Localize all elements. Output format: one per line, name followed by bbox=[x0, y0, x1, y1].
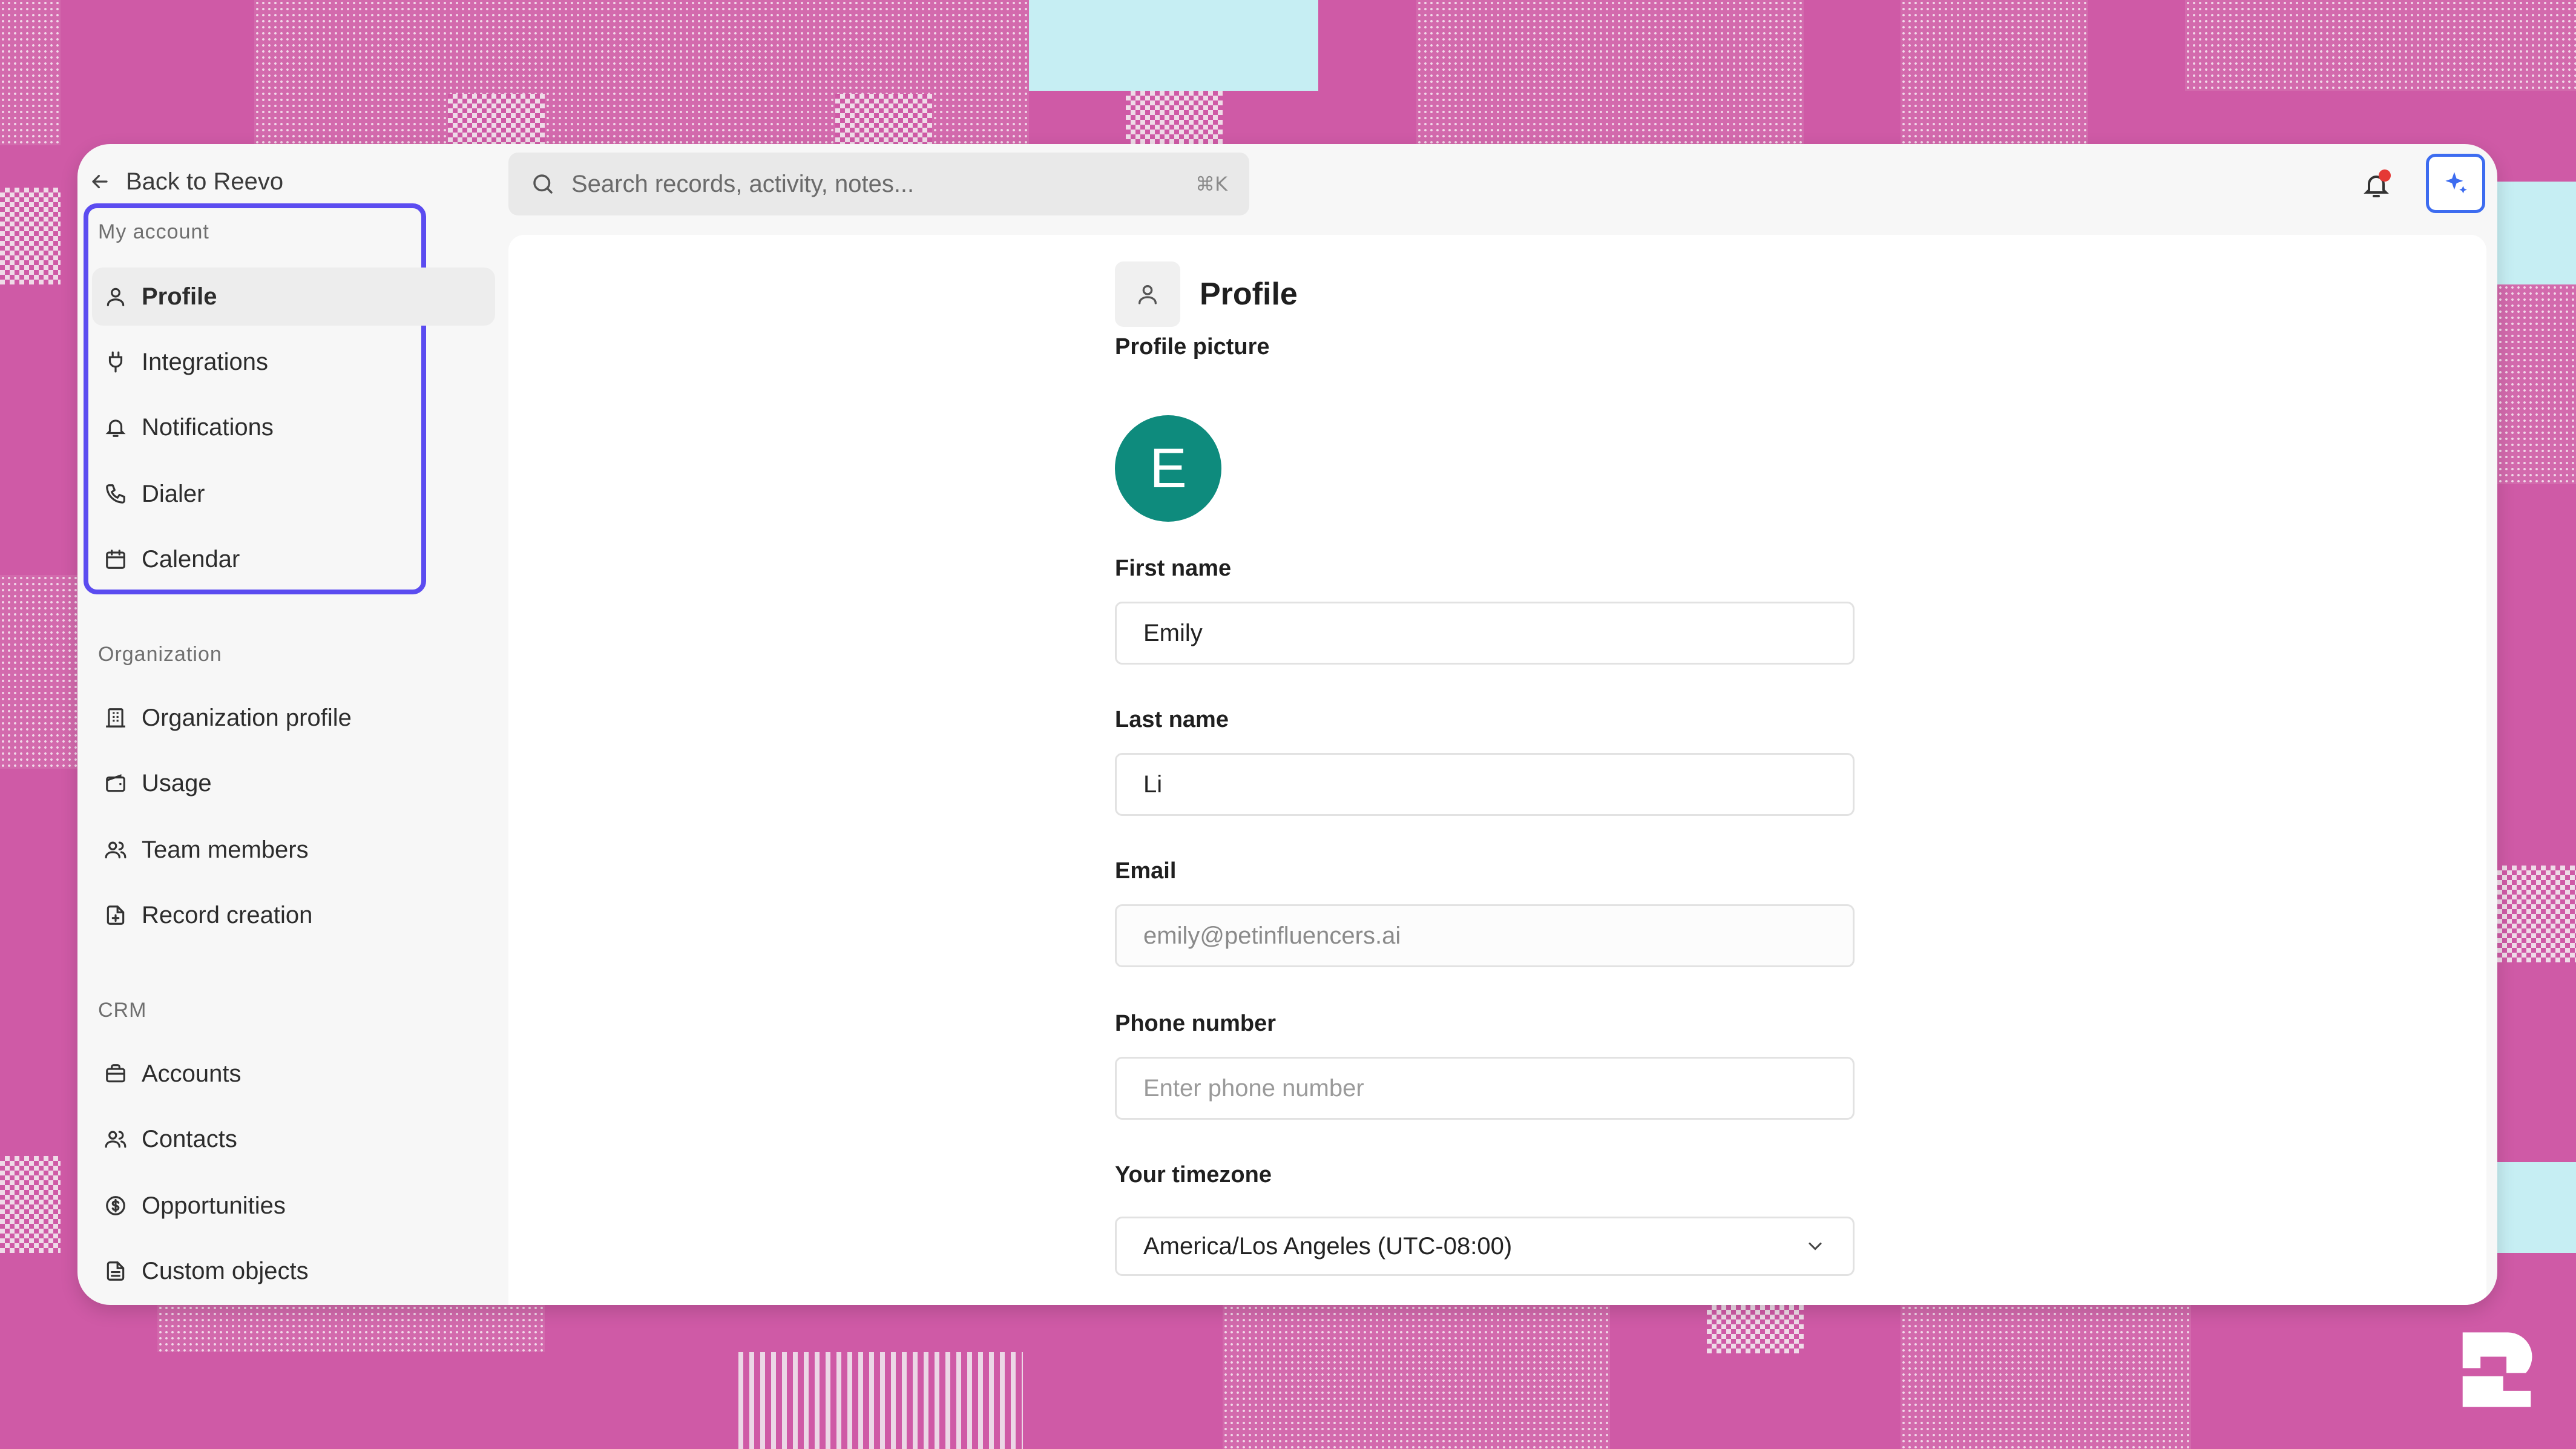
bg-tile bbox=[2497, 866, 2576, 962]
bg-tile bbox=[0, 188, 61, 284]
user-icon bbox=[107, 288, 125, 306]
profile-icon-box bbox=[1115, 261, 1180, 327]
sidebar-item-integrations[interactable]: Integrations bbox=[92, 333, 495, 391]
global-search[interactable]: Search records, activity, notes... ⌘K bbox=[508, 153, 1249, 215]
sidebar-item-organization-profile[interactable]: Organization profile bbox=[92, 689, 495, 747]
building-icon bbox=[106, 708, 125, 728]
calendar-icon bbox=[106, 550, 125, 569]
app-window: Back to Reevo My account Profile Integra… bbox=[77, 144, 2497, 1305]
avatar[interactable]: E bbox=[1115, 415, 1221, 522]
page-title: Profile bbox=[1200, 277, 1298, 312]
plug-icon bbox=[108, 351, 123, 373]
timezone-value: America/Los Angeles (UTC-08:00) bbox=[1143, 1232, 1513, 1260]
sidebar-item-label: Custom objects bbox=[142, 1257, 309, 1284]
sidebar-item-contacts[interactable]: Contacts bbox=[92, 1110, 495, 1168]
reevo-logo-icon bbox=[2462, 1332, 2532, 1407]
bg-tile bbox=[0, 0, 61, 145]
bell-icon bbox=[105, 419, 126, 437]
sparkle-icon bbox=[2445, 172, 2467, 194]
sidebar-item-label: Calendar bbox=[142, 545, 240, 573]
arrow-left-icon bbox=[92, 174, 108, 189]
dollar-circle-icon bbox=[106, 1196, 125, 1215]
file-plus-icon bbox=[107, 905, 125, 925]
sidebar-item-custom-objects[interactable]: Custom objects bbox=[92, 1242, 495, 1300]
bg-tile bbox=[0, 1156, 61, 1253]
sidebar-item-label: Dialer bbox=[142, 480, 205, 507]
users-icon bbox=[105, 1131, 126, 1148]
search-placeholder: Search records, activity, notes... bbox=[571, 170, 915, 197]
bg-tile bbox=[835, 94, 932, 144]
sidebar-item-label: Profile bbox=[142, 283, 217, 310]
first-name-field[interactable] bbox=[1115, 602, 1855, 665]
sidebar-item-label: Opportunities bbox=[142, 1192, 286, 1219]
sidebar-item-accounts[interactable]: Accounts bbox=[92, 1045, 495, 1103]
bg-tile bbox=[1901, 1305, 2191, 1449]
timezone-label: Your timezone bbox=[1115, 1162, 1272, 1188]
user-icon bbox=[1138, 285, 1157, 304]
sidebar-item-notifications[interactable]: Notifications bbox=[92, 398, 495, 456]
sidebar-item-label: Team members bbox=[142, 836, 309, 863]
sidebar-item-label: Organization profile bbox=[142, 704, 352, 731]
sidebar-item-dialer[interactable]: Dialer bbox=[92, 465, 495, 523]
bg-tile bbox=[2185, 0, 2576, 91]
bg-tile bbox=[1223, 1305, 1610, 1449]
last-name-label: Last name bbox=[1115, 707, 1229, 732]
sidebar-item-label: Usage bbox=[142, 769, 212, 797]
chevron-down-icon bbox=[1809, 1243, 1822, 1250]
settings-sidebar: Back to Reevo My account Profile Integra… bbox=[77, 144, 507, 1305]
bg-tile bbox=[1707, 1305, 1804, 1353]
phone-icon bbox=[106, 484, 125, 504]
bg-tile bbox=[2497, 182, 2576, 284]
email-label: Email bbox=[1115, 858, 1177, 884]
section-label-organization: Organization bbox=[98, 643, 222, 666]
sidebar-item-label: Accounts bbox=[142, 1060, 242, 1087]
page-header: Profile bbox=[1115, 261, 1298, 327]
users-icon bbox=[105, 841, 126, 859]
sidebar-item-label: Notifications bbox=[142, 413, 274, 441]
timezone-select[interactable]: America/Los Angeles (UTC-08:00) bbox=[1115, 1217, 1855, 1276]
search-icon bbox=[533, 174, 553, 194]
sidebar-item-profile[interactable]: Profile bbox=[92, 268, 495, 326]
briefcase-icon bbox=[106, 1064, 125, 1083]
last-name-field[interactable] bbox=[1115, 753, 1855, 816]
sidebar-item-opportunities[interactable]: Opportunities bbox=[92, 1177, 495, 1235]
notifications-button[interactable] bbox=[2353, 162, 2399, 208]
bg-tile bbox=[1029, 0, 1318, 91]
file-text-icon bbox=[107, 1261, 125, 1281]
bg-tile bbox=[0, 575, 77, 769]
section-label-crm: CRM bbox=[98, 999, 147, 1022]
bg-tile bbox=[2497, 284, 2576, 484]
notification-dot bbox=[2379, 169, 2391, 182]
bg-tile bbox=[2497, 1162, 2576, 1253]
sidebar-item-label: Integrations bbox=[142, 348, 269, 375]
sidebar-item-label: Contacts bbox=[142, 1125, 237, 1152]
sidebar-item-calendar[interactable]: Calendar bbox=[92, 530, 495, 588]
bg-tile bbox=[1901, 0, 2088, 144]
email-field[interactable] bbox=[1115, 904, 1855, 967]
first-name-label: First name bbox=[1115, 556, 1232, 581]
sidebar-item-team-members[interactable]: Team members bbox=[92, 821, 495, 879]
sidebar-item-label: Record creation bbox=[142, 901, 313, 928]
sidebar-item-usage[interactable]: Usage bbox=[92, 754, 495, 812]
phone-number-label: Phone number bbox=[1115, 1011, 1276, 1036]
wallet-icon bbox=[106, 774, 125, 792]
back-link-label: Back to Reevo bbox=[126, 168, 284, 195]
bg-tile bbox=[448, 94, 545, 144]
bg-tile bbox=[738, 1352, 1023, 1449]
bg-tile bbox=[1126, 91, 1223, 144]
search-shortcut: ⌘K bbox=[1195, 172, 1227, 196]
ai-assistant-button[interactable] bbox=[2426, 154, 2485, 213]
back-to-reevo-link[interactable]: Back to Reevo bbox=[88, 157, 283, 206]
profile-panel: Profile Profile picture E First name Las… bbox=[508, 235, 2486, 1305]
phone-number-field[interactable] bbox=[1115, 1057, 1855, 1120]
bg-tile bbox=[1416, 0, 1804, 144]
sidebar-item-record-creation[interactable]: Record creation bbox=[92, 886, 495, 944]
section-label-my-account: My account bbox=[98, 220, 209, 243]
bg-tile bbox=[157, 1305, 545, 1352]
profile-picture-label: Profile picture bbox=[1115, 334, 1270, 360]
